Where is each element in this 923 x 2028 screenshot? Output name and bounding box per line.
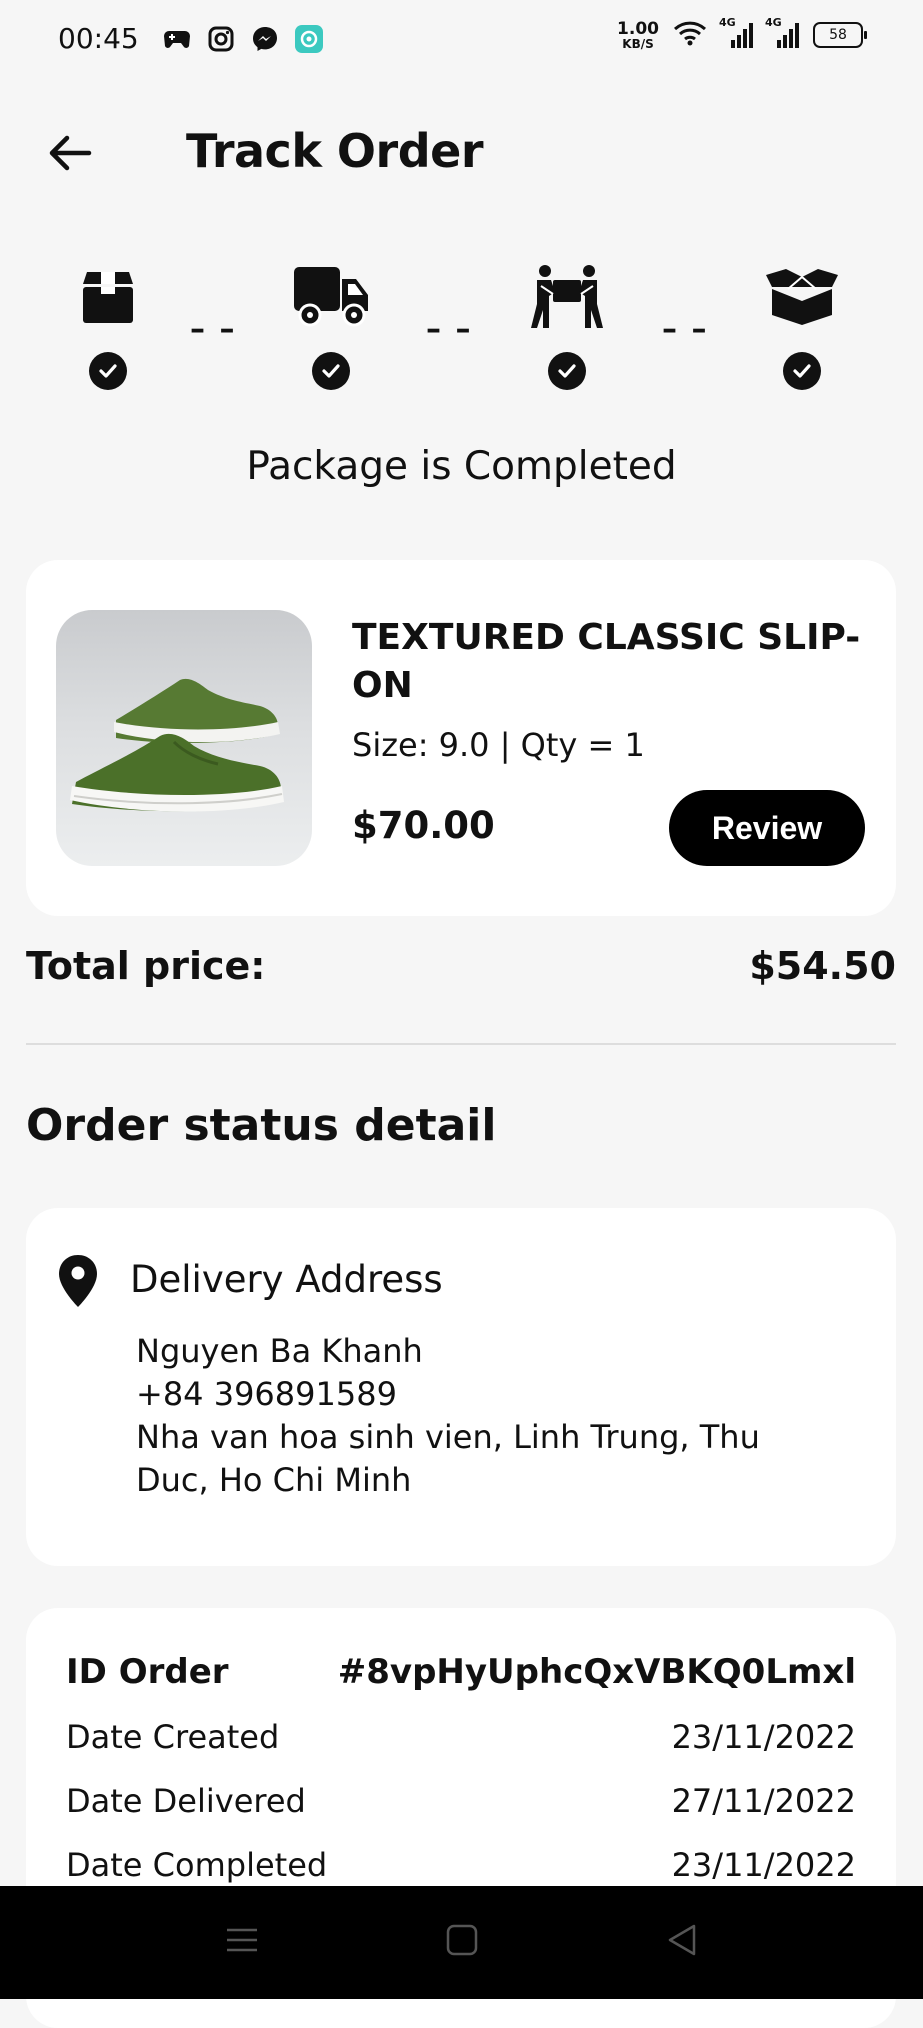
delivery-address-card: Delivery Address Nguyen Ba Khanh +84 396…	[26, 1208, 896, 1566]
date-completed-label: Date Completed	[66, 1846, 328, 1884]
order-id-value: #8vpHyUphcQxVBKQ0Lmxl	[337, 1652, 856, 1692]
location-pin-icon	[56, 1253, 100, 1309]
address-line-2: Duc, Ho Chi Minh	[136, 1461, 412, 1499]
recipient-phone: +84 396891589	[136, 1375, 397, 1413]
back-button[interactable]	[45, 128, 95, 178]
order-status-text: Package is Completed	[246, 444, 677, 489]
order-id-label: ID Order	[66, 1652, 229, 1692]
signal-icon-2: 4G	[765, 16, 799, 48]
package-icon	[68, 262, 148, 332]
step-separator: – –	[426, 312, 473, 347]
step-2-check-icon	[312, 352, 350, 390]
delivery-address-title: Delivery Address	[130, 1258, 443, 1301]
back-triangle-icon[interactable]	[664, 1922, 700, 1962]
total-price-value: $54.50	[749, 944, 896, 988]
divider	[26, 1043, 896, 1045]
signal-icon-1: 4G	[719, 16, 753, 48]
menu-icon[interactable]	[224, 1922, 260, 1962]
status-time: 00:45	[58, 22, 139, 55]
date-created-row: Date Created 23/11/2022	[66, 1718, 856, 1756]
date-delivered-value: 27/11/2022	[671, 1782, 856, 1820]
net-speed-value: 1.00	[617, 18, 659, 39]
net-speed-unit: KB/S	[622, 36, 654, 51]
messenger-icon	[250, 24, 280, 54]
order-status-title: Order status detail	[26, 1100, 497, 1151]
date-created-value: 23/11/2022	[671, 1718, 856, 1756]
date-completed-value: 23/11/2022	[671, 1846, 856, 1884]
delivery-address-details: Nguyen Ba Khanh +84 396891589 Nha van ho…	[136, 1330, 776, 1502]
status-right: 1.00 KB/S 4G 4G 58	[617, 16, 867, 51]
open-box-icon	[762, 262, 842, 332]
order-id-row: ID Order #8vpHyUphcQxVBKQ0Lmxl	[66, 1652, 856, 1692]
order-stepper: – – – – – –	[0, 262, 923, 392]
app-icon	[294, 24, 324, 54]
product-name: TEXTURED CLASSIC SLIP-ON	[352, 617, 861, 706]
total-price-label: Total price:	[26, 944, 266, 988]
product-card[interactable]: TEXTURED CLASSIC SLIP-ON Size: 9.0 | Qty…	[26, 560, 896, 916]
step-separator: – –	[662, 312, 709, 347]
page-title: Track Order	[186, 124, 484, 178]
review-button[interactable]: Review	[669, 790, 865, 866]
date-completed-row: Date Completed 23/11/2022	[66, 1846, 856, 1884]
truck-icon	[291, 262, 371, 332]
date-delivered-label: Date Delivered	[66, 1782, 306, 1820]
signal-1-label: 4G	[719, 16, 736, 29]
product-size-qty: Size: 9.0 | Qty = 1	[352, 726, 645, 764]
status-left-icons	[162, 24, 324, 54]
wifi-icon	[673, 20, 707, 50]
home-square-icon[interactable]	[444, 1922, 480, 1962]
step-1-check-icon	[89, 352, 127, 390]
instagram-icon	[206, 24, 236, 54]
step-separator: – –	[190, 312, 237, 347]
address-line-1: Nha van hoa sinh vien, Linh Trung, Thu	[136, 1418, 760, 1456]
battery-icon: 58	[813, 22, 867, 48]
delivery-people-icon	[527, 262, 607, 332]
step-3-check-icon	[548, 352, 586, 390]
net-speed: 1.00 KB/S	[617, 18, 659, 51]
date-created-label: Date Created	[66, 1718, 280, 1756]
recipient-name: Nguyen Ba Khanh	[136, 1332, 423, 1370]
system-nav-bar	[0, 1886, 923, 1999]
step-4-check-icon	[783, 352, 821, 390]
game-controller-icon	[162, 24, 192, 54]
date-delivered-row: Date Delivered 27/11/2022	[66, 1782, 856, 1820]
battery-level: 58	[829, 27, 847, 43]
signal-2-label: 4G	[765, 16, 782, 29]
product-image	[56, 610, 312, 866]
product-price: $70.00	[352, 804, 495, 847]
arrow-left-icon	[49, 135, 92, 171]
